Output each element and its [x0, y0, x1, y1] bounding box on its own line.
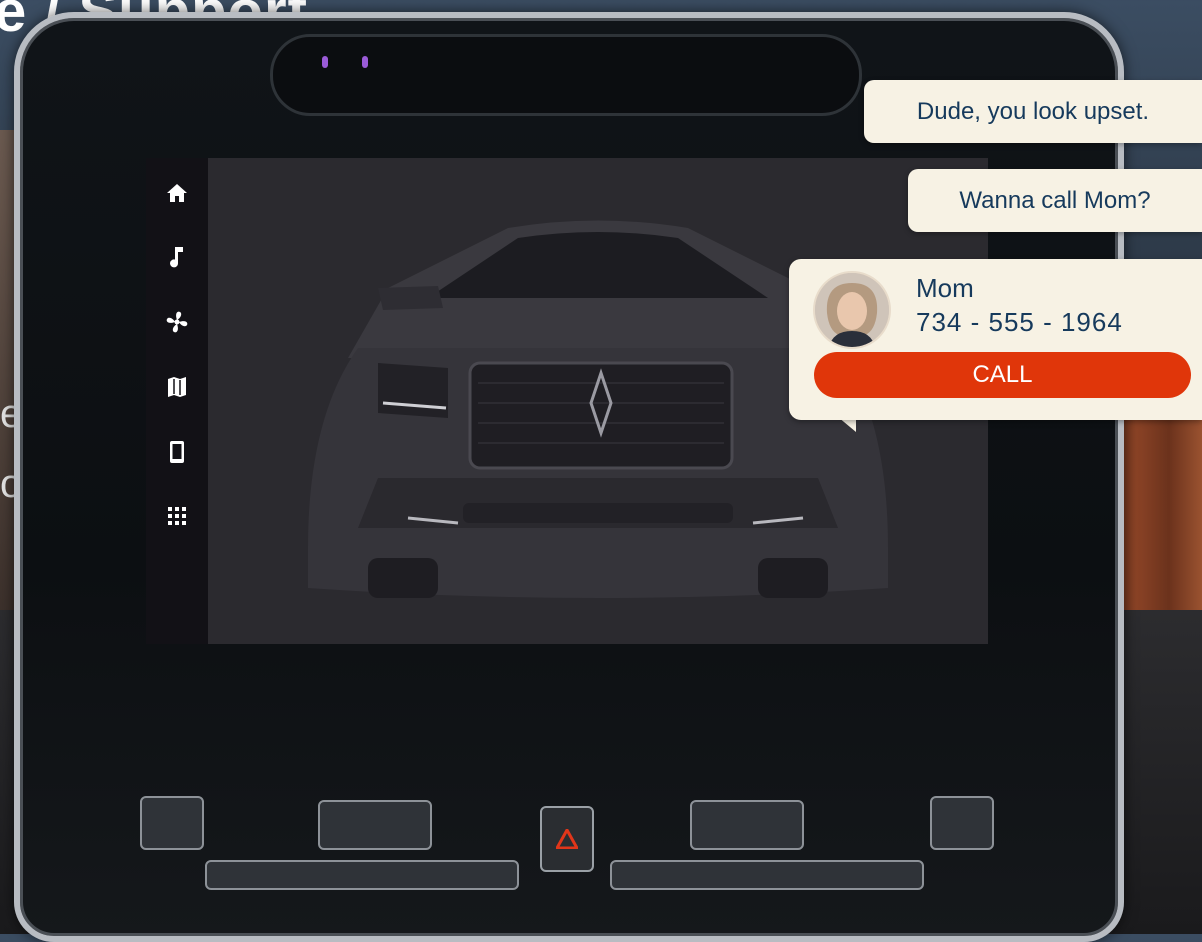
console-slot-right — [610, 860, 924, 890]
console-control-left[interactable] — [140, 796, 204, 850]
phone-icon — [170, 441, 184, 463]
console-slot-left — [205, 860, 519, 890]
contact-name: Mom — [916, 273, 974, 303]
hazard-button[interactable] — [540, 806, 594, 872]
assistant-message: Dude, you look upset. — [864, 80, 1202, 143]
assistant-message: Wanna call Mom? — [908, 169, 1202, 232]
home-icon — [167, 184, 187, 202]
nav-home[interactable] — [164, 180, 190, 206]
map-icon — [168, 377, 186, 397]
apps-grid-icon — [168, 507, 186, 525]
fan-icon — [166, 311, 188, 333]
sensor-led — [362, 56, 368, 68]
music-note-icon — [170, 247, 183, 268]
sensor-led — [322, 56, 328, 68]
nav-music[interactable] — [164, 244, 190, 270]
console-control-right-center[interactable] — [690, 800, 804, 850]
hazard-icon — [556, 829, 578, 849]
side-navigation — [146, 158, 208, 644]
call-button[interactable]: CALL — [814, 352, 1191, 398]
camera-sensor-bar — [270, 34, 862, 116]
nav-climate[interactable] — [164, 309, 190, 335]
nav-phone[interactable] — [164, 439, 190, 465]
console-control-right[interactable] — [930, 796, 994, 850]
nav-map[interactable] — [164, 374, 190, 400]
contact-card: Mom 734 - 555 - 1964 CALL — [789, 259, 1202, 420]
console-control-left-center[interactable] — [318, 800, 432, 850]
avatar-portrait — [815, 273, 889, 347]
contact-phone-number: 734 - 555 - 1964 — [916, 307, 1123, 337]
nav-apps[interactable] — [164, 503, 190, 529]
contact-avatar — [813, 271, 891, 349]
